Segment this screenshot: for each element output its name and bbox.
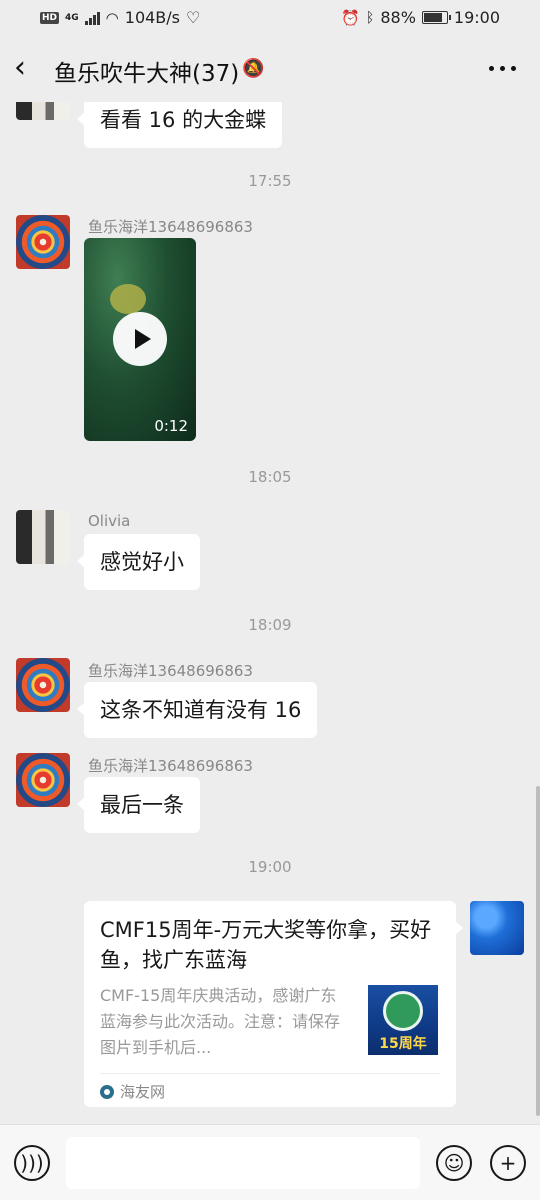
- timestamp: 18:05: [248, 468, 292, 486]
- health-icon: ♡: [186, 8, 201, 27]
- avatar[interactable]: [16, 753, 70, 807]
- input-bar: ))) ☺ +: [0, 1124, 540, 1200]
- network-type: 4G: [65, 12, 79, 23]
- plus-icon[interactable]: +: [490, 1145, 526, 1181]
- video-thumbnail: [110, 284, 146, 314]
- link-card[interactable]: CMF15周年-万元大奖等你拿，买好鱼，找广东蓝海 CMF-15周年庆典活动，感…: [84, 901, 463, 1107]
- chevron-left-icon[interactable]: ‹: [14, 53, 44, 84]
- message-bubble[interactable]: 最后一条: [77, 777, 200, 833]
- source-name: 海友网: [120, 1083, 166, 1101]
- timestamp: 19:00: [248, 858, 292, 876]
- message-bubble[interactable]: 感觉好小: [77, 534, 200, 590]
- chat-title: 鱼乐吹牛大神(37): [54, 61, 240, 87]
- bluetooth-icon: ᛒ: [365, 9, 375, 26]
- status-bar: HD 4G ◠ 104B/s ♡ ⏰ ᛒ 88% 19:00: [0, 0, 540, 36]
- wifi-icon: ◠: [105, 8, 119, 27]
- chat-header: ‹ 鱼乐吹牛大神(37) 🔕: [0, 36, 540, 102]
- battery-percent: 88%: [380, 8, 416, 27]
- link-description: CMF-15周年庆典活动，感谢广东蓝海参与此次活动。注意：请保存图片到手机后..…: [100, 986, 341, 1057]
- avatar[interactable]: [16, 658, 70, 712]
- alarm-icon: ⏰: [341, 8, 360, 27]
- fish-logo-icon: [383, 991, 423, 1031]
- message-input[interactable]: [66, 1137, 420, 1189]
- message-bubble[interactable]: 看看 16 的大金蝶: [76, 102, 283, 148]
- emoji-icon[interactable]: ☺: [436, 1145, 472, 1181]
- link-title: CMF15周年-万元大奖等你拿，买好鱼，找广东蓝海: [100, 918, 432, 972]
- avatar[interactable]: [16, 215, 70, 269]
- video-duration: 0:12: [154, 417, 188, 435]
- sender-name: 鱼乐海洋13648696863: [88, 757, 253, 775]
- sender-name: 鱼乐海洋13648696863: [88, 218, 253, 236]
- sender-name: 鱼乐海洋13648696863: [88, 662, 253, 680]
- more-dots-icon[interactable]: [489, 66, 516, 71]
- signal-icon: [84, 11, 100, 25]
- sender-name: Olivia: [88, 512, 131, 530]
- message-bubble[interactable]: 这条不知道有没有 16: [76, 682, 318, 738]
- network-speed: 104B/s: [124, 8, 181, 27]
- hd-badge: HD: [40, 11, 60, 24]
- play-icon[interactable]: [113, 312, 167, 366]
- source-icon: [100, 1084, 114, 1099]
- clock: 19:00: [453, 8, 500, 27]
- avatar[interactable]: [16, 510, 70, 564]
- thumbnail-label: 15周年: [379, 1036, 427, 1052]
- voice-icon[interactable]: ))): [14, 1145, 50, 1181]
- avatar[interactable]: [16, 102, 70, 120]
- video-message[interactable]: 0:12: [84, 238, 196, 441]
- link-source: 海友网: [100, 1081, 165, 1102]
- bell-off-icon: 🔕: [242, 58, 265, 79]
- chat-messages[interactable]: 看看 16 的大金蝶 17:55 鱼乐海洋13648696863 0:12 18…: [0, 102, 540, 1124]
- link-thumbnail: 15周年: [368, 985, 438, 1055]
- divider: [100, 1073, 440, 1074]
- scrollbar[interactable]: [536, 786, 540, 1116]
- battery-icon: [421, 11, 451, 24]
- timestamp: 17:55: [248, 172, 292, 190]
- timestamp: 18:09: [248, 616, 292, 634]
- my-avatar[interactable]: [470, 901, 524, 955]
